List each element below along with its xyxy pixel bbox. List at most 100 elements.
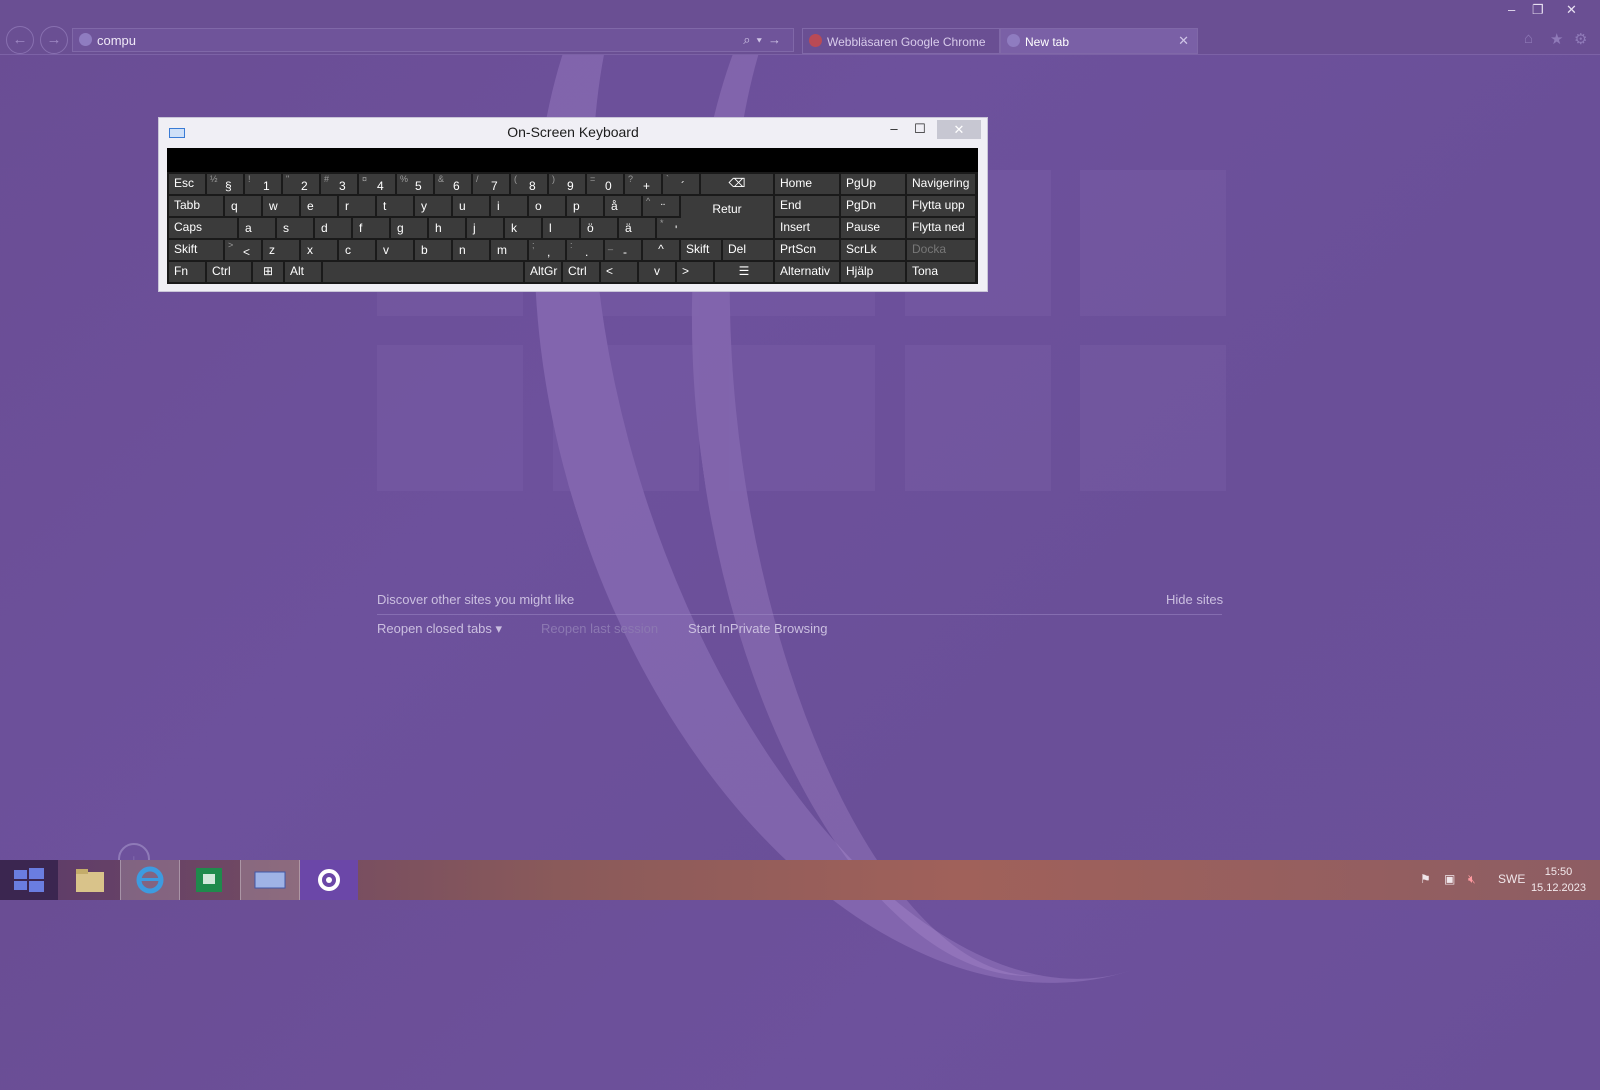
key[interactable]: t — [377, 196, 413, 216]
key-pgdn[interactable]: PgDn — [841, 196, 905, 216]
key-home[interactable]: Home — [775, 174, 839, 194]
hide-sites-link[interactable]: Hide sites — [1166, 592, 1223, 607]
key[interactable]: b — [415, 240, 451, 260]
key-alt[interactable]: Alt — [285, 262, 321, 282]
key-navigering[interactable]: Navigering — [907, 174, 975, 194]
key-fn[interactable]: Fn — [169, 262, 205, 282]
key-end[interactable]: End — [775, 196, 839, 216]
site-tile[interactable] — [377, 345, 523, 491]
arrow-left-key[interactable]: < — [601, 262, 637, 282]
key[interactable]: ½ § — [207, 174, 243, 194]
close-tab-icon[interactable]: ✕ — [1178, 33, 1189, 49]
key[interactable]: ` ´ — [663, 174, 699, 194]
key[interactable]: å — [605, 196, 641, 216]
key[interactable]: ^ ¨ — [643, 196, 679, 216]
site-tile[interactable] — [553, 345, 699, 491]
arrow-up-key[interactable]: ^ — [643, 240, 679, 260]
enter-key[interactable]: Retur — [681, 196, 773, 238]
space-key[interactable] — [323, 262, 523, 282]
home-icon[interactable]: ⌂ — [1524, 30, 1533, 47]
address-bar[interactable]: compu ⌕▾→ — [72, 28, 794, 52]
key-tab[interactable]: Tabb — [169, 196, 223, 216]
key[interactable]: ö — [581, 218, 617, 238]
minimize-icon[interactable]: – — [881, 121, 907, 139]
key[interactable]: g — [391, 218, 427, 238]
key-tona[interactable]: Tona — [907, 262, 975, 282]
key[interactable]: #3 — [321, 174, 357, 194]
key[interactable]: :. — [567, 240, 603, 260]
site-tile[interactable] — [905, 345, 1051, 491]
key[interactable]: u — [453, 196, 489, 216]
key-caps[interactable]: Caps — [169, 218, 237, 238]
key[interactable]: & 6 — [435, 174, 471, 194]
key[interactable]: c — [339, 240, 375, 260]
key-insert[interactable]: Insert — [775, 218, 839, 238]
key[interactable]: f — [353, 218, 389, 238]
forward-button[interactable]: → — [40, 26, 68, 54]
key[interactable]: _ - — [605, 240, 641, 260]
tab-new[interactable]: New tab ✕ — [1000, 28, 1198, 54]
reopen-closed-tabs-link[interactable]: Reopen closed tabs ▾ — [377, 621, 502, 637]
key[interactable]: ä — [619, 218, 655, 238]
key[interactable]: a — [239, 218, 275, 238]
back-button[interactable]: ← — [6, 26, 34, 54]
key[interactable]: p — [567, 196, 603, 216]
key[interactable]: e — [301, 196, 337, 216]
key[interactable]: d — [315, 218, 351, 238]
key-ctrl-left[interactable]: Ctrl — [207, 262, 251, 282]
key[interactable]: ;, — [529, 240, 565, 260]
key-hjalp[interactable]: Hjälp — [841, 262, 905, 282]
key-docka[interactable]: Docka — [907, 240, 975, 260]
key[interactable]: ) 9 — [549, 174, 585, 194]
key-esc[interactable]: Esc — [169, 174, 205, 194]
key-altgr[interactable]: AltGr — [525, 262, 561, 282]
key[interactable]: w — [263, 196, 299, 216]
close-button[interactable]: ✕ — [937, 120, 981, 139]
maximize-icon[interactable]: ☐ — [907, 121, 933, 139]
key[interactable]: j — [467, 218, 503, 238]
key[interactable]: m — [491, 240, 527, 260]
volume-muted-icon[interactable]: 🔇︎ — [1468, 872, 1476, 887]
key[interactable]: ? + — [625, 174, 661, 194]
key[interactable]: l — [543, 218, 579, 238]
close-window-icon[interactable]: ✕ — [1566, 2, 1577, 18]
key[interactable]: z — [263, 240, 299, 260]
site-tile[interactable] — [1080, 345, 1226, 491]
key[interactable]: y — [415, 196, 451, 216]
key[interactable]: > < — [225, 240, 261, 260]
key[interactable]: r — [339, 196, 375, 216]
store-button[interactable] — [180, 860, 238, 900]
key[interactable]: (8 — [511, 174, 547, 194]
key-shift-right[interactable]: Skift — [681, 240, 721, 260]
key-pgup[interactable]: PgUp — [841, 174, 905, 194]
key[interactable]: ¤ 4 — [359, 174, 395, 194]
key[interactable]: * ' — [657, 218, 693, 238]
settings-icon[interactable]: ⚙ — [1574, 30, 1587, 48]
arrow-right-key[interactable]: > — [677, 262, 713, 282]
key[interactable]: % 5 — [397, 174, 433, 194]
key-flytta-upp[interactable]: Flytta upp — [907, 196, 975, 216]
key[interactable]: o — [529, 196, 565, 216]
key-scrlk[interactable]: ScrLk — [841, 240, 905, 260]
key-pause[interactable]: Pause — [841, 218, 905, 238]
language-indicator[interactable]: SWE — [1498, 872, 1525, 886]
key-ctrl-right[interactable]: Ctrl — [563, 262, 599, 282]
key[interactable]: " 2 — [283, 174, 319, 194]
menu-key[interactable]: ☰ — [715, 262, 773, 282]
arrow-down-key[interactable]: v — [639, 262, 675, 282]
key[interactable]: h — [429, 218, 465, 238]
favorites-icon[interactable]: ★ — [1550, 30, 1563, 48]
search-icon[interactable]: ⌕▾→ — [743, 32, 787, 48]
key[interactable]: x — [301, 240, 337, 260]
key[interactable]: = 0 — [587, 174, 623, 194]
file-explorer-button[interactable] — [60, 860, 118, 900]
key[interactable]: q — [225, 196, 261, 216]
network-icon[interactable]: ▣ — [1444, 872, 1455, 886]
key[interactable]: k — [505, 218, 541, 238]
site-tile[interactable] — [729, 345, 875, 491]
minimize-window-icon[interactable]: – — [1508, 2, 1515, 17]
backspace-key[interactable]: ⌫ — [701, 174, 773, 194]
key-shift-left[interactable]: Skift — [169, 240, 223, 260]
key[interactable]: i — [491, 196, 527, 216]
on-screen-keyboard-button[interactable] — [240, 860, 300, 900]
